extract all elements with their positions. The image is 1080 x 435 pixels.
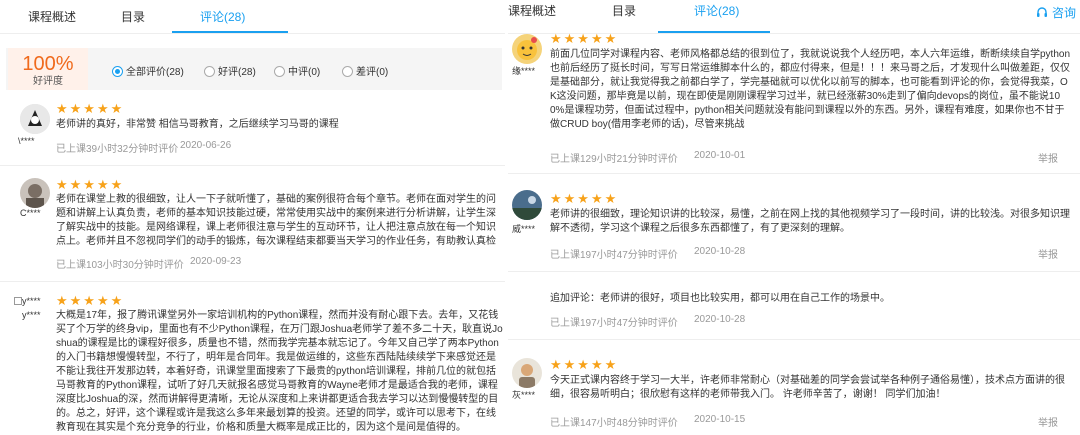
star-icon-rating: ★★★★★	[56, 177, 125, 192]
left-course-panel: 课程概述 目录 评论(28) 100% 好评度 全部评价(28) 好评(28) …	[0, 0, 508, 435]
filter-negative[interactable]: 差评(0)	[342, 63, 388, 78]
review-date: 2020-10-28	[694, 314, 746, 325]
tab-overview[interactable]: 课程概述	[508, 2, 556, 19]
avatar	[512, 34, 542, 64]
learned-time: 已上课39小时32分钟时评价	[56, 144, 179, 155]
filter-positive[interactable]: 好评(28)	[204, 63, 256, 78]
consult-button[interactable]: 咨询	[1036, 4, 1076, 21]
broken-avatar-image: y****	[14, 296, 41, 306]
report-link[interactable]: 举报	[1038, 414, 1058, 429]
username: y****	[22, 310, 41, 320]
headset-icon	[1036, 7, 1047, 17]
followup-review: 追加评论：老师讲的很好，项目也比较实用，都可以用在自己工作的场景中。 已上课19…	[508, 280, 1080, 340]
review-item: 灰**** ★★★★★ 今天正式课内容终于学习一大半，许老师非常耐心（对基础差的…	[508, 348, 1080, 435]
course-tabs: 课程概述 目录 评论(28)	[0, 0, 508, 34]
review-text: 老师在课堂上教的很细致，让人一下子就听懂了，基础的案例很符合每个章节。老师在面对…	[56, 194, 496, 247]
active-tab-indicator	[658, 31, 770, 33]
learned-time: 已上课129小时21分钟时评价	[550, 154, 678, 165]
tab-reviews[interactable]: 评论(28)	[200, 8, 245, 25]
learned-time: 已上课197小时47分钟时评价	[550, 318, 678, 329]
star-icon-rating: ★★★★★	[550, 31, 619, 46]
followup-text: 追加评论：老师讲的很好，项目也比较实用，都可以用在自己工作的场景中。	[550, 293, 890, 304]
avatar	[20, 104, 50, 134]
review-item: \**** ★★★★★ 老师讲的真好，非常赞 相信马哥教育，之后继续学习马哥的课…	[0, 96, 508, 166]
avatar	[20, 178, 50, 208]
positive-rate-label: 好评度	[33, 76, 63, 87]
review-date: 2020-09-23	[190, 256, 242, 267]
tab-catalog[interactable]: 目录	[121, 8, 145, 25]
review-text: 今天正式课内容终于学习一大半，许老师非常耐心（对基础差的同学会尝试举各种例子通俗…	[550, 375, 1065, 400]
star-icon-rating: ★★★★★	[56, 101, 125, 116]
star-icon-rating: ★★★★★	[56, 293, 125, 308]
positive-rate: 100%	[22, 53, 74, 75]
avatar	[512, 190, 542, 220]
score-box: 100% 好评度	[8, 48, 88, 90]
avatar	[512, 358, 542, 388]
rating-summary: 100% 好评度 全部评价(28) 好评(28) 中评(0) 差评(0)	[6, 48, 502, 90]
star-icon-rating: ★★★★★	[550, 191, 619, 206]
radio-icon	[204, 66, 215, 77]
review-date: 2020-06-26	[180, 140, 232, 151]
username: 缘****	[512, 66, 536, 76]
radio-icon	[274, 66, 285, 77]
username: \****	[18, 136, 35, 146]
review-item: y**** y**** ★★★★★ 大概是17年，报了腾讯课堂另外一家培训机构的…	[0, 290, 508, 435]
username: 灰****	[512, 390, 536, 400]
review-text: 老师讲的很细致，理论知识讲的比较深，易懂，之前在网上找的其他视频学习了一段时间，…	[550, 209, 1070, 234]
filter-neutral[interactable]: 中评(0)	[274, 63, 320, 78]
learned-time: 已上课147小时48分钟时评价	[550, 418, 678, 429]
report-link[interactable]: 举报	[1038, 150, 1058, 165]
learned-time: 已上课103小时30分钟时评价	[56, 260, 184, 271]
review-text: 大概是17年，报了腾讯课堂另外一家培训机构的Python课程，然而并没有耐心跟下…	[56, 310, 503, 433]
review-date: 2020-10-15	[694, 414, 746, 425]
filter-all[interactable]: 全部评价(28)	[112, 63, 184, 78]
review-date: 2020-10-01	[694, 150, 746, 161]
tab-overview[interactable]: 课程概述	[28, 8, 76, 25]
report-link[interactable]: 举报	[1038, 246, 1058, 261]
active-tab-indicator	[172, 31, 288, 33]
learned-time: 已上课197小时47分钟时评价	[550, 250, 678, 261]
review-text: 老师讲的真好，非常赞 相信马哥教育，之后继续学习马哥的课程	[56, 119, 339, 130]
tab-reviews[interactable]: 评论(28)	[694, 2, 739, 19]
radio-icon	[112, 66, 123, 77]
radio-icon	[342, 66, 353, 77]
tab-catalog[interactable]: 目录	[612, 2, 636, 19]
review-date: 2020-10-28	[694, 246, 746, 257]
right-course-panel: 课程概述 目录 评论(28) 咨询 缘**** ★★★★★ 前面几位同学对课程内…	[508, 0, 1080, 435]
review-item: C**** ★★★★★ 老师在课堂上教的很细致，让人一下子就听懂了，基础的案例很…	[0, 174, 508, 282]
review-item: 缘**** ★★★★★ 前面几位同学对课程内容、老师风格都总结的很到位了，我就说…	[508, 31, 1080, 174]
star-icon-rating: ★★★★★	[550, 357, 619, 372]
review-item: 威**** ★★★★★ 老师讲的很细致，理论知识讲的比较深，易懂，之前在网上找的…	[508, 182, 1080, 272]
review-text: 前面几位同学对课程内容、老师风格都总结的很到位了，我就说说我个人经历吧，本人六年…	[550, 49, 1071, 130]
username: C****	[20, 208, 41, 218]
course-tabs: 课程概述 目录 评论(28) 咨询	[508, 0, 1080, 34]
username: 威****	[512, 224, 536, 234]
broken-image-icon	[14, 297, 22, 305]
